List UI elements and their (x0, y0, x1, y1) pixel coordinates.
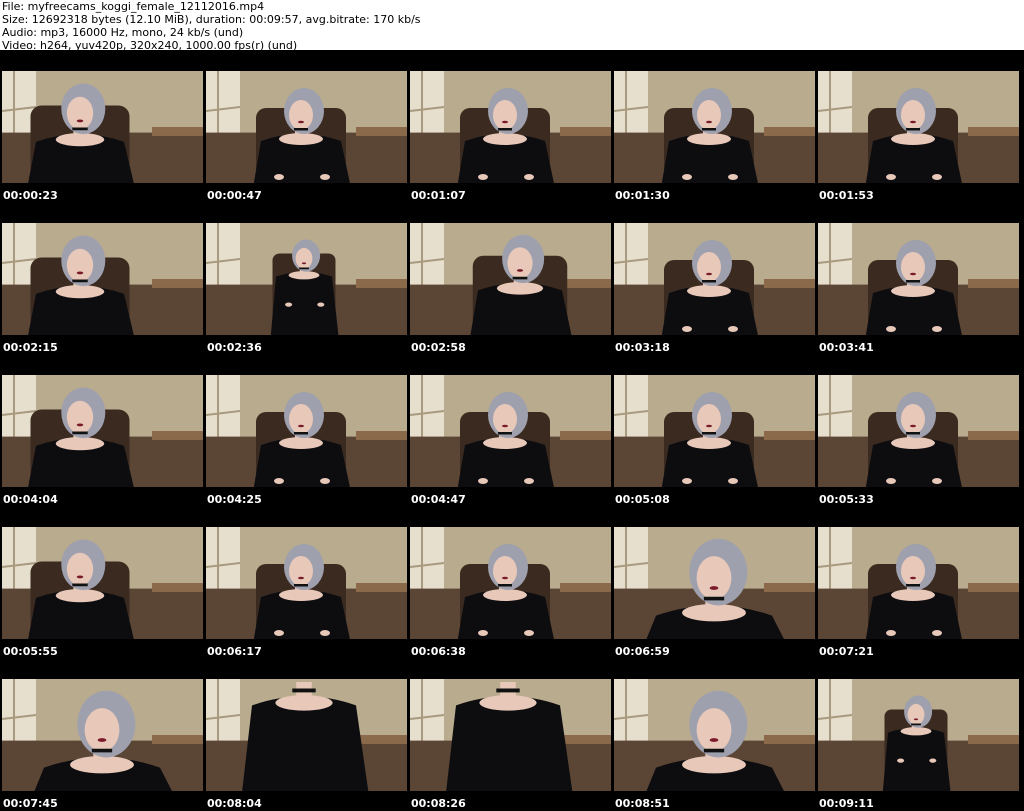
timestamp-label: 00:06:59 (615, 645, 670, 658)
timestamp-label: 00:01:53 (819, 189, 874, 202)
audio-info-line: Audio: mp3, 16000 Hz, mono, 24 kb/s (und… (2, 26, 244, 39)
thumbnail-tile: 00:00:23 (0, 50, 203, 202)
timestamp-label: 00:08:51 (615, 797, 670, 810)
timestamp-label: 00:02:36 (207, 341, 262, 354)
thumbnail-tile: 00:06:17 (204, 506, 407, 658)
timestamp-label: 00:00:47 (207, 189, 262, 202)
video-frame-image (2, 375, 203, 487)
video-frame-image (2, 527, 203, 639)
thumbnail-tile: 00:06:59 (612, 506, 815, 658)
timestamp-label: 00:07:21 (819, 645, 874, 658)
timestamp-label: 00:02:15 (3, 341, 58, 354)
timestamp-label: 00:07:45 (3, 797, 58, 810)
thumbnail-tile: 00:08:51 (612, 658, 815, 810)
timestamp-label: 00:05:33 (819, 493, 874, 506)
timestamp-label: 00:09:11 (819, 797, 874, 810)
video-frame-image (614, 71, 815, 183)
thumbnail-tile: 00:04:04 (0, 354, 203, 506)
thumbnail-tile: 00:02:58 (408, 202, 611, 354)
video-frame-image (206, 527, 407, 639)
video-frame-image (410, 375, 611, 487)
video-frame-image (206, 375, 407, 487)
timestamp-label: 00:08:26 (411, 797, 466, 810)
thumbnail-tile: 00:01:07 (408, 50, 611, 202)
video-frame-image (410, 679, 611, 791)
thumbnail-grid: 00:00:23 00:00:47 00:01:07 00:01:30 00:01:53… (0, 50, 1024, 811)
video-frame-image (818, 679, 1019, 791)
thumbnail-tile: 00:04:47 (408, 354, 611, 506)
timestamp-label: 00:01:07 (411, 189, 466, 202)
file-size-line: Size: 12692318 bytes (12.10 MiB), durati… (2, 13, 421, 26)
thumbnail-tile: 00:05:08 (612, 354, 815, 506)
thumbnail-tile: 00:02:15 (0, 202, 203, 354)
timestamp-label: 00:04:25 (207, 493, 262, 506)
timestamp-label: 00:01:30 (615, 189, 670, 202)
thumbnail-tile: 00:09:11 (816, 658, 1019, 810)
video-frame-image (206, 71, 407, 183)
video-frame-image (2, 223, 203, 335)
file-name-line: File: myfreecams_koggi_female_12112016.m… (2, 0, 265, 13)
timestamp-label: 00:05:55 (3, 645, 58, 658)
thumbnail-tile: 00:03:18 (612, 202, 815, 354)
video-frame-image (206, 223, 407, 335)
video-frame-image (2, 679, 203, 791)
timestamp-label: 00:08:04 (207, 797, 262, 810)
thumbnail-tile: 00:07:21 (816, 506, 1019, 658)
timestamp-label: 00:05:08 (615, 493, 670, 506)
thumbnail-tile: 00:03:41 (816, 202, 1019, 354)
timestamp-label: 00:04:47 (411, 493, 466, 506)
thumbnail-tile: 00:04:25 (204, 354, 407, 506)
timestamp-label: 00:00:23 (3, 189, 58, 202)
thumbnail-tile: 00:07:45 (0, 658, 203, 810)
timestamp-label: 00:06:17 (207, 645, 262, 658)
timestamp-label: 00:06:38 (411, 645, 466, 658)
timestamp-label: 00:02:58 (411, 341, 466, 354)
video-frame-image (818, 71, 1019, 183)
video-frame-image (614, 223, 815, 335)
video-frame-image (2, 71, 203, 183)
video-frame-image (410, 223, 611, 335)
video-frame-image (206, 679, 407, 791)
timestamp-label: 00:03:18 (615, 341, 670, 354)
thumbnail-tile: 00:08:04 (204, 658, 407, 810)
timestamp-label: 00:04:04 (3, 493, 58, 506)
thumbnail-tile: 00:01:53 (816, 50, 1019, 202)
thumbnail-tile: 00:08:26 (408, 658, 611, 810)
video-frame-image (614, 527, 815, 639)
video-frame-image (818, 223, 1019, 335)
file-info-header: File: myfreecams_koggi_female_12112016.m… (0, 0, 1024, 52)
video-frame-image (410, 71, 611, 183)
video-frame-image (614, 375, 815, 487)
thumbnail-tile: 00:00:47 (204, 50, 407, 202)
video-frame-image (818, 375, 1019, 487)
video-frame-image (410, 527, 611, 639)
thumbnail-tile: 00:01:30 (612, 50, 815, 202)
thumbnail-tile: 00:02:36 (204, 202, 407, 354)
timestamp-label: 00:03:41 (819, 341, 874, 354)
thumbnail-tile: 00:06:38 (408, 506, 611, 658)
video-frame-image (818, 527, 1019, 639)
thumbnail-tile: 00:05:55 (0, 506, 203, 658)
thumbnail-tile: 00:05:33 (816, 354, 1019, 506)
video-frame-image (614, 679, 815, 791)
